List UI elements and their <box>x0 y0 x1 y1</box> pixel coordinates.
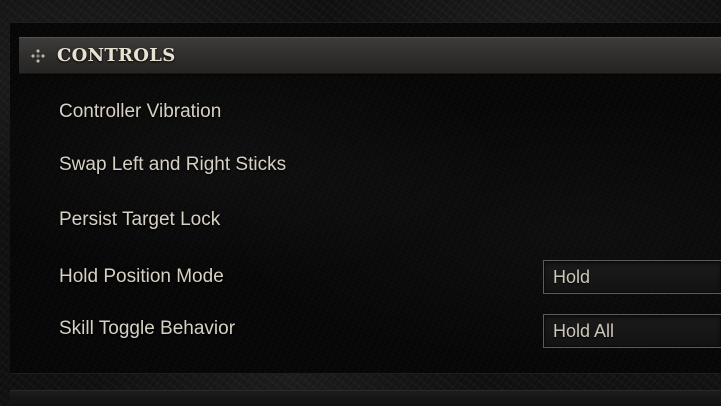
setting-row-persist-target-lock[interactable]: Persist Target Lock <box>59 205 220 235</box>
setting-label: Swap Left and Right Sticks <box>59 154 287 175</box>
section-title: CONTROLS <box>57 45 176 66</box>
setting-label: Hold Position Mode <box>59 266 224 287</box>
setting-label: Persist Target Lock <box>59 209 221 230</box>
setting-label: Controller Vibration <box>59 101 222 122</box>
skill-toggle-behavior-dropdown[interactable]: Hold All <box>543 314 721 348</box>
setting-row-hold-position-mode: Hold Position Mode <box>59 262 224 292</box>
next-section-header <box>10 390 721 406</box>
hold-position-mode-dropdown[interactable]: Hold <box>543 260 721 294</box>
setting-row-controller-vibration[interactable]: Controller Vibration <box>59 97 221 127</box>
setting-row-swap-sticks[interactable]: Swap Left and Right Sticks <box>59 150 286 180</box>
setting-row-skill-toggle-behavior: Skill Toggle Behavior <box>59 314 235 344</box>
dropdown-value: Hold All <box>553 320 615 341</box>
setting-label: Skill Toggle Behavior <box>59 318 236 339</box>
section-header-controls[interactable]: CONTROLS <box>19 37 721 74</box>
diamond-cluster-icon <box>30 48 46 64</box>
dropdown-value: Hold <box>553 266 591 287</box>
